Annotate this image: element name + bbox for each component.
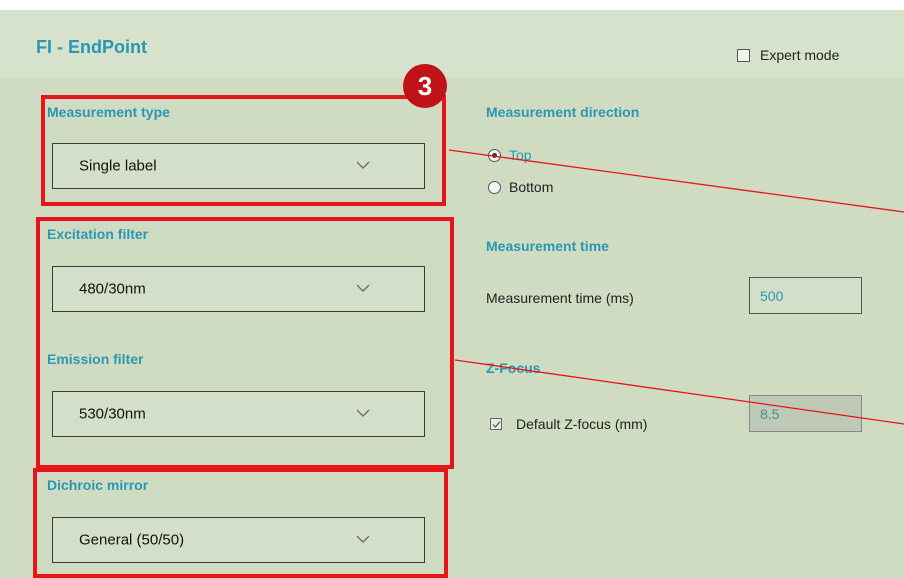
callout-line-top: [448, 149, 904, 213]
step-number-badge: 3: [403, 64, 447, 108]
highlight-box-filters: [36, 217, 454, 469]
highlight-box-dichroic-mirror: [33, 468, 448, 578]
highlight-box-measurement-type: [41, 95, 446, 206]
callout-line-bottom: [454, 359, 904, 425]
